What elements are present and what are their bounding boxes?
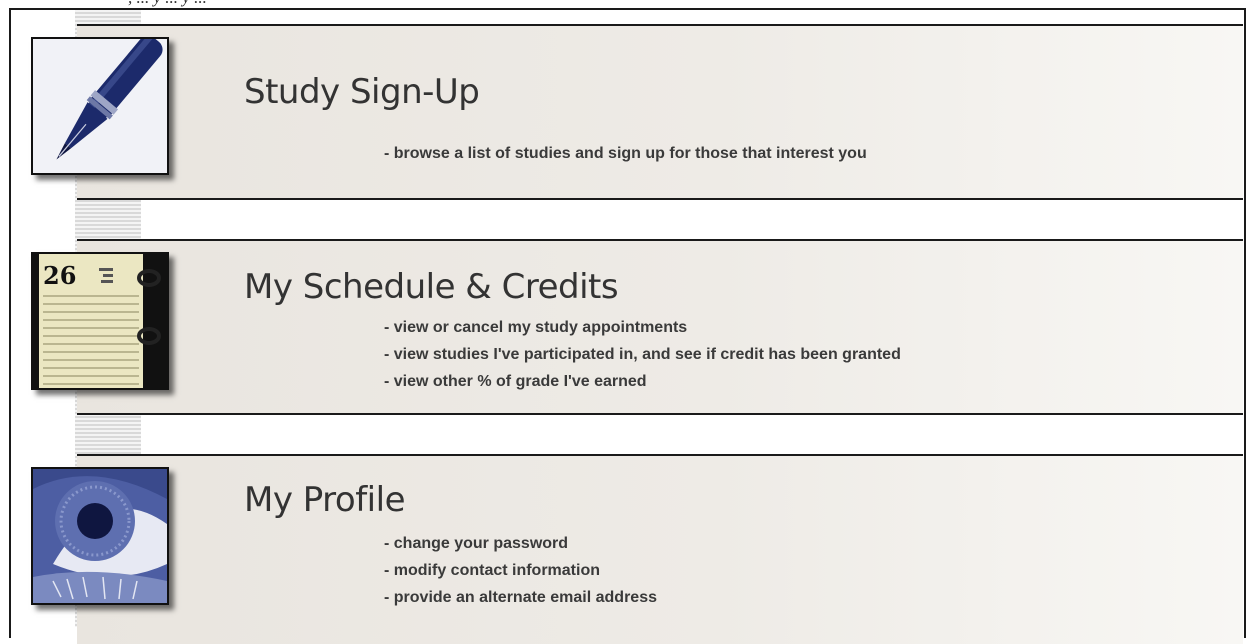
list-item: - provide an alternate email address <box>384 589 657 606</box>
list-item: - change your password <box>384 535 569 552</box>
list-item: - browse a list of studies and sign up f… <box>384 145 867 162</box>
list-item: - view other % of grade I've earned <box>384 373 647 390</box>
calendar-day-label: 26 <box>43 261 76 290</box>
list-item: - modify contact information <box>384 562 600 579</box>
fountain-pen-icon[interactable] <box>31 37 169 175</box>
schedule-credits-description: - view or cancel my study appointments -… <box>384 314 901 395</box>
schedule-credits-link[interactable]: My Schedule & Credits <box>244 267 619 307</box>
top-text-fragment: , ... y ... y ... <box>128 0 207 8</box>
list-item: - view studies I've participated in, and… <box>384 346 901 363</box>
calendar-planner-icon[interactable]: 26 <box>31 252 169 390</box>
study-signup-link[interactable]: Study Sign-Up <box>244 72 480 112</box>
my-profile-description: - change your password - modify contact … <box>384 530 657 611</box>
my-profile-link[interactable]: My Profile <box>244 480 405 520</box>
eye-icon[interactable] <box>31 467 169 605</box>
study-signup-description: - browse a list of studies and sign up f… <box>384 140 867 167</box>
list-item: - view or cancel my study appointments <box>384 319 688 336</box>
section-study-signup <box>77 24 1243 200</box>
